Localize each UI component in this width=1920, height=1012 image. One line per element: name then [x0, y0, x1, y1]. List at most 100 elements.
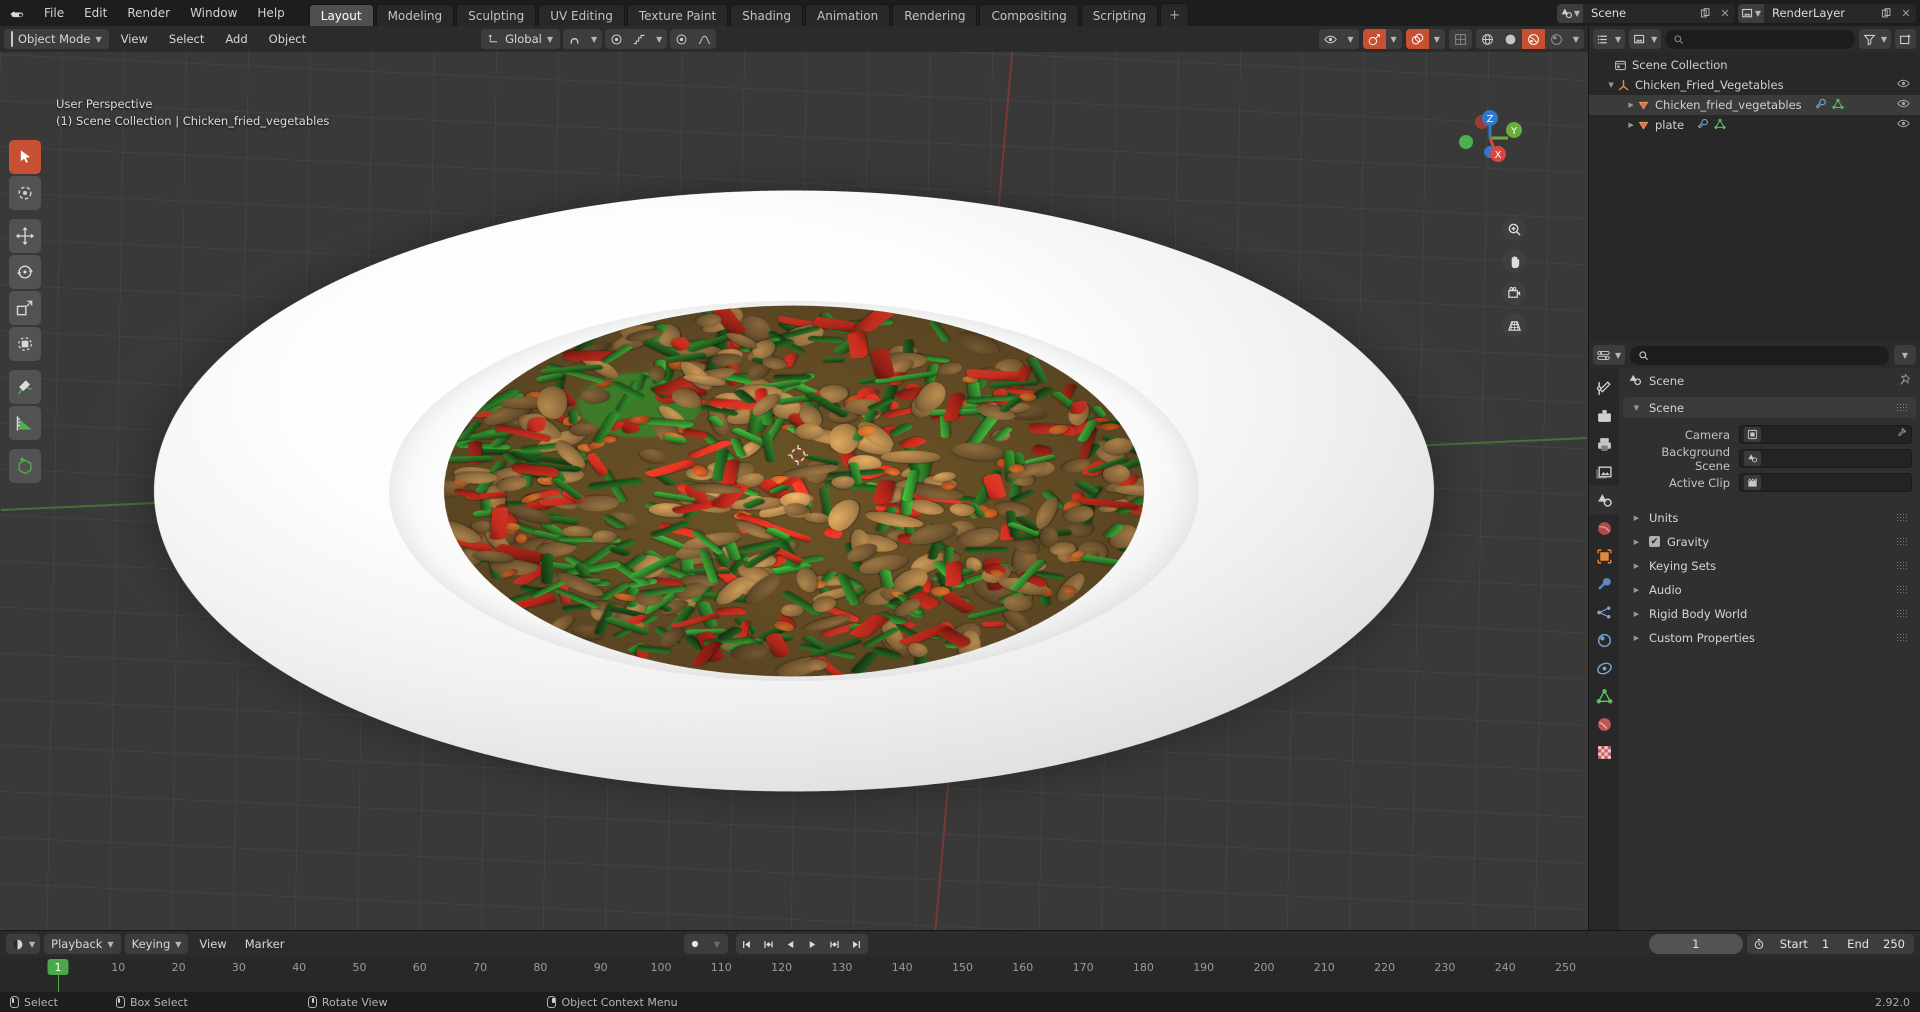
active-clip-field[interactable]: [1739, 473, 1912, 492]
modifier-icon[interactable]: [1815, 98, 1827, 113]
gizmo-controls[interactable]: ▼: [1362, 29, 1402, 49]
magnet-icon[interactable]: [563, 29, 586, 49]
falloff-bell-icon[interactable]: [693, 29, 716, 49]
panel-drag-handle[interactable]: [1896, 537, 1908, 546]
pin-icon[interactable]: [1898, 373, 1911, 389]
object-mode-selector[interactable]: Object Mode ▼: [4, 29, 109, 49]
properties-tab-object[interactable]: [1589, 542, 1619, 570]
timeline-editor-icon[interactable]: ▼: [6, 934, 41, 954]
panel-header-rigid-body-world[interactable]: ▶ Rigid Body World: [1623, 603, 1916, 624]
outliner-row-plate[interactable]: ▶ plate: [1589, 115, 1920, 135]
tool-tweak-select[interactable]: [9, 140, 41, 174]
panel-header-units[interactable]: ▶ Units: [1623, 507, 1916, 528]
workspace-tab-layout[interactable]: Layout: [308, 4, 374, 28]
properties-tab-scene[interactable]: [1589, 486, 1619, 514]
workspace-tab-rendering[interactable]: Rendering: [892, 4, 978, 28]
viewport-menu-add[interactable]: Add: [216, 29, 256, 49]
record-icon[interactable]: [684, 934, 706, 954]
properties-tab-data[interactable]: [1589, 682, 1619, 710]
mesh-data-icon[interactable]: [1832, 98, 1844, 113]
expand-icon[interactable]: ▶: [1597, 120, 1633, 131]
view-layer-name[interactable]: RenderLayer: [1764, 6, 1876, 20]
tool-annotate[interactable]: [9, 370, 41, 404]
workspace-tab-shading[interactable]: Shading: [730, 4, 803, 28]
gizmo-icon[interactable]: [1362, 29, 1386, 49]
properties-tab-tool[interactable]: [1589, 374, 1619, 402]
hide-in-viewport-icon[interactable]: [1897, 97, 1910, 113]
properties-tab-render[interactable]: [1589, 402, 1619, 430]
workspace-tab-uv-editing[interactable]: UV Editing: [538, 4, 625, 28]
tool-add-cube[interactable]: [9, 449, 41, 483]
workspace-tab-compositing[interactable]: Compositing: [979, 4, 1079, 28]
camera-field[interactable]: [1739, 425, 1912, 444]
properties-tab-material[interactable]: [1589, 710, 1619, 738]
hand-icon[interactable]: [1502, 249, 1526, 273]
view-layer-selector[interactable]: ▼ RenderLayer ✕: [1738, 3, 1916, 23]
tool-move[interactable]: [9, 219, 41, 253]
proportional-falloff-dropdown[interactable]: ▼: [651, 29, 667, 49]
panel-drag-handle[interactable]: [1896, 561, 1908, 570]
panel-header-keying-sets[interactable]: ▶ Keying Sets: [1623, 555, 1916, 576]
viewport-3d[interactable]: Object Mode ▼ View Select Add Object Glo…: [0, 26, 1588, 930]
panel-drag-handle[interactable]: [1896, 585, 1908, 594]
unlink-scene-button[interactable]: ✕: [1715, 7, 1735, 20]
add-workspace-button[interactable]: +: [1160, 3, 1189, 28]
timeline-menu-marker[interactable]: Marker: [238, 934, 292, 954]
transform-orientation-selector[interactable]: Global ▼: [481, 29, 560, 49]
shading-material-preview-button[interactable]: [1521, 29, 1545, 49]
xray-toggle[interactable]: [1448, 29, 1472, 49]
new-view-layer-button[interactable]: [1876, 7, 1896, 19]
shading-solid-button[interactable]: [1499, 29, 1522, 49]
shading-dropdown[interactable]: ▼: [1568, 29, 1584, 49]
blender-logo-icon[interactable]: [0, 0, 34, 26]
properties-editor-icon[interactable]: ▼: [1593, 345, 1626, 365]
outliner-display-mode-icon[interactable]: ▼: [1593, 29, 1626, 49]
menu-window[interactable]: Window: [180, 0, 247, 26]
panel-header-audio[interactable]: ▶ Audio: [1623, 579, 1916, 600]
outliner-filter-id-icon[interactable]: ▼: [1629, 29, 1662, 49]
workspace-tab-sculpting[interactable]: Sculpting: [456, 4, 537, 28]
timeline-menu-view[interactable]: View: [192, 934, 233, 954]
frame-start-field[interactable]: Start 1: [1771, 934, 1838, 954]
properties-search-input[interactable]: [1630, 345, 1889, 365]
hide-in-viewport-icon[interactable]: [1897, 77, 1910, 93]
jump-to-start-button[interactable]: [736, 934, 758, 954]
new-collection-button[interactable]: [1895, 29, 1916, 49]
tool-rotate[interactable]: [9, 255, 41, 289]
panel-drag-handle[interactable]: [1896, 633, 1908, 642]
overlays-dropdown[interactable]: ▼: [1429, 29, 1445, 49]
eyedropper-icon[interactable]: [1895, 427, 1907, 442]
timeline-scale[interactable]: 10 20 30 40 50 60 70 80 90 100 110 120 130 140 150 160 1…: [0, 957, 1920, 992]
properties-tab-particles[interactable]: [1589, 598, 1619, 626]
proportional-edit-controls[interactable]: ▼: [605, 29, 668, 49]
workspace-tab-modeling[interactable]: Modeling: [375, 4, 455, 28]
properties-tab-modifiers[interactable]: [1589, 570, 1619, 598]
navigation-gizmo[interactable]: Z Y X: [1448, 96, 1532, 180]
panel-drag-handle[interactable]: [1896, 609, 1908, 618]
workspace-tab-scripting[interactable]: Scripting: [1080, 4, 1159, 28]
snap-controls[interactable]: ▼: [562, 29, 603, 49]
play-button[interactable]: [802, 934, 824, 954]
scene-name[interactable]: Scene: [1583, 6, 1695, 20]
xray-icon[interactable]: [1449, 29, 1472, 49]
shading-rendered-button[interactable]: [1545, 29, 1568, 49]
menu-edit[interactable]: Edit: [74, 0, 117, 26]
panel-drag-handle[interactable]: [1896, 513, 1908, 522]
overlays-icon[interactable]: [1405, 29, 1429, 49]
outliner-row-chicken-fried-vegetables-collection[interactable]: ▼ Chicken_Fried_Vegetables: [1589, 75, 1920, 95]
workspace-tab-animation[interactable]: Animation: [805, 4, 891, 28]
menu-render[interactable]: Render: [117, 0, 180, 26]
object-types-visibility-icon[interactable]: [1319, 29, 1342, 49]
tool-cursor[interactable]: [9, 176, 41, 210]
overlays-controls[interactable]: ▼: [1405, 29, 1445, 49]
jump-to-next-keyframe-button[interactable]: [824, 934, 846, 954]
auto-key-stopwatch-icon[interactable]: [1747, 934, 1771, 954]
viewport-menu-select[interactable]: Select: [160, 29, 213, 49]
viewport-canvas[interactable]: User Perspective (1) Scene Collection | …: [0, 52, 1588, 930]
gizmo-dropdown[interactable]: ▼: [1386, 29, 1402, 49]
frame-end-field[interactable]: End 250: [1838, 934, 1914, 954]
tool-transform[interactable]: [9, 327, 41, 361]
snap-extra-controls[interactable]: [670, 29, 717, 49]
menu-file[interactable]: File: [34, 0, 74, 26]
snap-dropdown[interactable]: ▼: [586, 29, 602, 49]
